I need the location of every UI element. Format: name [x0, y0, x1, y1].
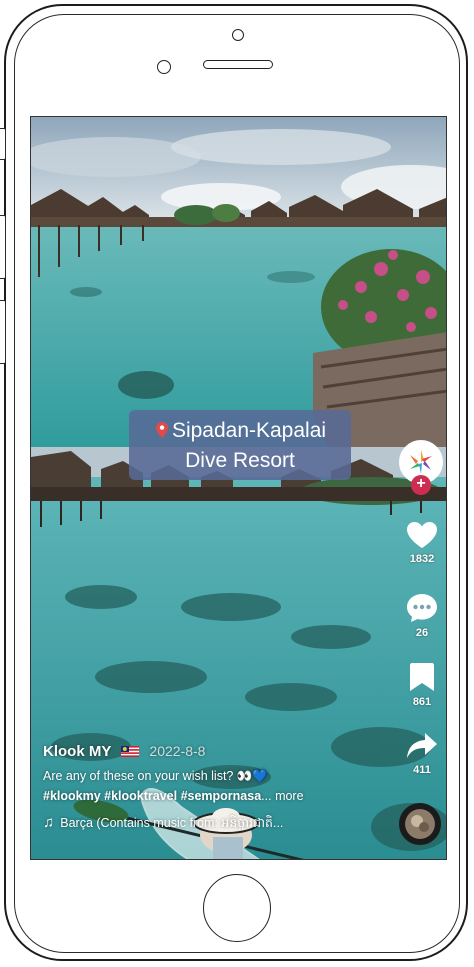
creator-avatar-button[interactable]: +	[399, 440, 445, 500]
share-count: 411	[413, 764, 431, 776]
location-line-1: Sipadan-Kapalai	[129, 416, 351, 446]
mute-switch	[0, 128, 6, 160]
share-button[interactable]: 411	[398, 731, 446, 776]
music-line[interactable]: ♫ Barça (Contains music from: អនិច្ចារជាត…	[43, 814, 383, 834]
post-date: 2022-8-8	[149, 743, 206, 759]
save-count: 861	[412, 696, 432, 708]
share-arrow-icon	[407, 733, 437, 758]
music-disc-button[interactable]	[399, 803, 441, 845]
caption-area: Klook MY 2022-8-8 Are any of these on yo…	[43, 743, 383, 834]
music-disc-icon	[405, 809, 435, 839]
home-button[interactable]	[203, 874, 271, 942]
location-sticker[interactable]: Sipadan-Kapalai Dive Resort	[129, 410, 351, 480]
video-frame-top	[31, 117, 446, 452]
like-button[interactable]: 1832	[398, 520, 446, 565]
caption-text: Are any of these on your wish list? 👀💙	[43, 769, 268, 783]
comment-count: 26	[415, 627, 429, 639]
heart-icon	[407, 522, 437, 548]
like-count: 1832	[409, 553, 435, 565]
hashtags[interactable]: #klookmy #klooktravel #sempornasa	[43, 789, 261, 803]
comment-icon	[407, 594, 437, 622]
malaysia-flag-icon	[121, 746, 140, 757]
more-link[interactable]: ... more	[261, 789, 303, 803]
music-title[interactable]: Barça (Contains music from: អនិច្ចារជាតិ…	[60, 816, 283, 830]
save-button[interactable]: 861	[398, 661, 446, 708]
video-screen[interactable]: Sipadan-Kapalai Dive Resort + 1832 26 86…	[30, 116, 447, 860]
proximity-sensor	[157, 60, 171, 74]
bookmark-icon	[410, 663, 434, 691]
volume-up-button	[0, 215, 6, 279]
music-note-icon: ♫	[43, 814, 55, 831]
location-line-2: Dive Resort	[185, 449, 295, 472]
map-pin-icon	[155, 422, 168, 438]
location-name-1: Sipadan-Kapalai	[171, 419, 327, 442]
volume-down-button	[0, 300, 6, 364]
comment-button[interactable]: 26	[398, 592, 446, 639]
earpiece-speaker	[203, 60, 273, 69]
front-camera	[232, 29, 244, 41]
hashtag-line[interactable]: #klookmy #klooktravel #sempornasa... mor…	[43, 789, 383, 808]
author-line: Klook MY 2022-8-8	[43, 743, 383, 765]
follow-button[interactable]: +	[411, 475, 431, 495]
author-name[interactable]: Klook MY	[43, 743, 111, 760]
